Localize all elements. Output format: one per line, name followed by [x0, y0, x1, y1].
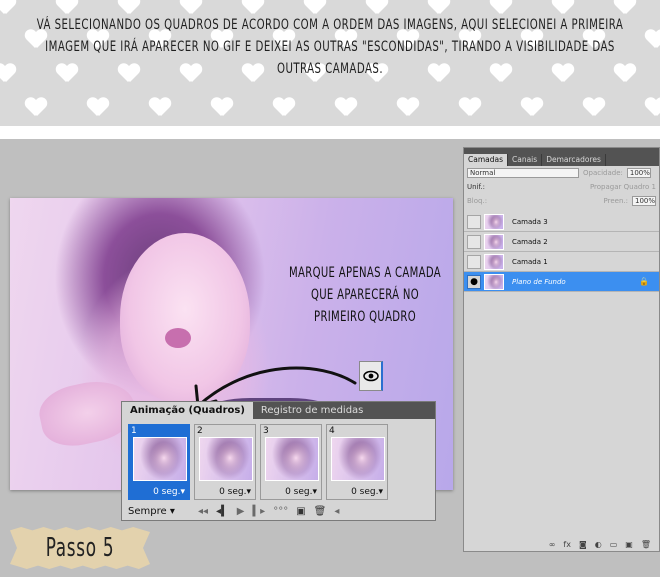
- heart-icon: [25, 98, 47, 118]
- animation-panel: Animação (Quadros) Registro de medidas 1…: [121, 401, 436, 521]
- step-label: Passo 5: [10, 527, 150, 569]
- duplicate-frame-icon[interactable]: ▣: [296, 506, 305, 517]
- workspace: Marque apenas a camada que aparecerá no …: [0, 139, 660, 577]
- opacity-label: Opacidade:: [583, 169, 623, 177]
- opacity-field[interactable]: 100%: [626, 168, 651, 178]
- heart-icon: [273, 98, 295, 118]
- layer-thumbnail: [484, 253, 504, 270]
- visibility-toggle[interactable]: [467, 254, 481, 269]
- blend-mode-select[interactable]: Normal: [467, 168, 579, 178]
- new-group-icon[interactable]: ▭: [610, 540, 618, 549]
- delete-frame-icon[interactable]: 🗑: [314, 506, 327, 517]
- new-layer-icon[interactable]: ▣: [625, 540, 633, 549]
- layers-tabs: Camadas Canais Demarcadores: [464, 154, 659, 166]
- link-layers-icon[interactable]: ∞: [549, 540, 556, 549]
- next-frame-icon[interactable]: ▍▸: [252, 506, 265, 517]
- frame-number: 2: [197, 426, 203, 436]
- tab-layers[interactable]: Camadas: [464, 154, 508, 166]
- frame-delay[interactable]: 0 seg.▾: [351, 487, 383, 497]
- delay-dropdown-icon: ▾: [180, 487, 185, 497]
- heart-icon: [335, 98, 357, 118]
- previous-frame-icon[interactable]: ◂▍: [216, 506, 229, 517]
- delay-dropdown-icon: ▾: [378, 487, 383, 497]
- play-icon[interactable]: ▶: [237, 506, 245, 517]
- layers-footer: ∞ fx ◙ ◐ ▭ ▣ 🗑: [464, 537, 659, 551]
- heart-icon: [583, 98, 605, 118]
- frame-thumbnail: [331, 437, 385, 481]
- layer-name: Plano de Fundo: [512, 277, 566, 286]
- scroll-left-icon[interactable]: ◂: [334, 506, 339, 517]
- heart-icon: [645, 30, 660, 50]
- eye-icon[interactable]: ●: [467, 274, 481, 289]
- layer-thumbnail: [484, 233, 504, 250]
- frame-delay[interactable]: 0 seg.▾: [285, 487, 317, 497]
- heart-icon: [645, 98, 660, 118]
- heart-icon: [87, 98, 109, 118]
- heart-icon: [0, 64, 16, 84]
- frame-3[interactable]: 3 0 seg.▾: [260, 424, 322, 500]
- annotation-text: Marque apenas a camada que aparecerá no …: [289, 265, 441, 325]
- heart-icon: [211, 98, 233, 118]
- layer-camada-1[interactable]: Camada 1: [464, 252, 659, 272]
- layer-background[interactable]: ● Plano de Fundo 🔒: [464, 272, 659, 292]
- visibility-toggle[interactable]: [467, 214, 481, 229]
- heart-icon: [149, 98, 171, 118]
- frame-thumbnail: [265, 437, 319, 481]
- frame-2[interactable]: 2 0 seg.▾: [194, 424, 256, 500]
- delete-layer-icon[interactable]: 🗑: [641, 540, 651, 549]
- heart-icon: [521, 98, 543, 118]
- layer-name: Camada 3: [512, 217, 548, 226]
- heart-icon: [397, 98, 419, 118]
- unify-label: Unif.:: [467, 183, 486, 191]
- layer-thumbnail: [484, 213, 504, 230]
- layer-name: Camada 1: [512, 257, 548, 266]
- heart-icon: [0, 0, 16, 16]
- frame-strip: 1 0 seg.▾ 2 0 seg.▾ 3 0 seg.▾ 4 0 seg.▾: [128, 424, 388, 500]
- frame-number: 1: [131, 426, 137, 436]
- adjustment-layer-icon[interactable]: ◐: [595, 540, 602, 549]
- fill-label: Preen.:: [603, 197, 628, 205]
- visibility-toggle[interactable]: [467, 234, 481, 249]
- frame-number: 4: [329, 426, 335, 436]
- unify-row: Unif.: Propagar Quadro 1: [464, 180, 659, 194]
- photo-lips: [165, 328, 191, 348]
- layer-thumbnail: [484, 273, 504, 290]
- loop-select[interactable]: Sempre ▾: [128, 506, 190, 517]
- lock-label: Bloq.:: [467, 197, 488, 205]
- propagate-frame-checkbox[interactable]: Propagar Quadro 1: [590, 183, 656, 191]
- tab-animation-frames[interactable]: Animação (Quadros): [122, 402, 253, 419]
- frame-thumbnail: [199, 437, 253, 481]
- frame-delay[interactable]: 0 seg.▾: [153, 487, 185, 497]
- layer-style-icon[interactable]: fx: [563, 540, 571, 549]
- step-label-text: Passo 5: [45, 533, 115, 563]
- delay-dropdown-icon: ▾: [312, 487, 317, 497]
- frame-thumbnail: [133, 437, 187, 481]
- animation-toolbar: Sempre ▾ ◂◂ ◂▍ ▶ ▍▸ °°° ▣ 🗑 ◂: [122, 503, 435, 520]
- delay-dropdown-icon: ▾: [246, 487, 251, 497]
- instruction-banner: Vá selecionando os quadros de acordo com…: [0, 0, 660, 126]
- frame-4[interactable]: 4 0 seg.▾: [326, 424, 388, 500]
- tab-measurement-log[interactable]: Registro de medidas: [253, 402, 371, 419]
- animation-tabs: Animação (Quadros) Registro de medidas: [122, 402, 435, 419]
- first-frame-icon[interactable]: ◂◂: [198, 506, 208, 517]
- tab-paths[interactable]: Demarcadores: [542, 154, 606, 166]
- blend-row: Normal Opacidade: 100%: [464, 166, 659, 180]
- layer-camada-2[interactable]: Camada 2: [464, 232, 659, 252]
- frame-1[interactable]: 1 0 seg.▾: [128, 424, 190, 500]
- tween-icon[interactable]: °°°: [273, 506, 288, 517]
- lock-row: Bloq.: Preen.: 100%: [464, 194, 659, 208]
- fill-field[interactable]: 100%: [632, 196, 656, 206]
- loop-dropdown-icon: ▾: [169, 506, 175, 517]
- visibility-eye-icon[interactable]: [359, 361, 383, 391]
- add-mask-icon[interactable]: ◙: [579, 540, 587, 549]
- layers-panel: Camadas Canais Demarcadores Normal Opaci…: [463, 147, 660, 552]
- layer-camada-3[interactable]: Camada 3: [464, 212, 659, 232]
- frame-number: 3: [263, 426, 269, 436]
- instruction-text: Vá selecionando os quadros de acordo com…: [36, 17, 624, 77]
- layer-name: Camada 2: [512, 237, 548, 246]
- frame-delay[interactable]: 0 seg.▾: [219, 487, 251, 497]
- heart-icon: [459, 98, 481, 118]
- tab-channels[interactable]: Canais: [508, 154, 543, 166]
- lock-icon: 🔒: [639, 277, 649, 286]
